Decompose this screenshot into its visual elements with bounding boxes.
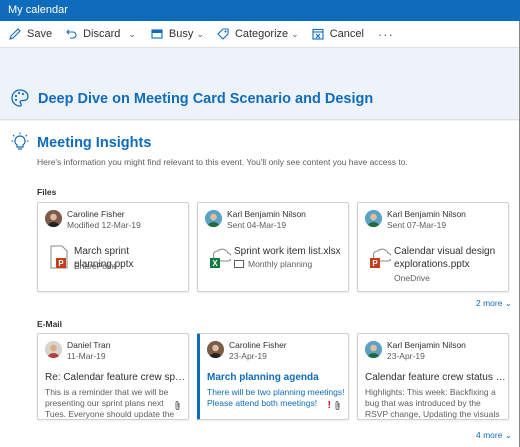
avatar bbox=[205, 210, 222, 227]
svg-text:X: X bbox=[212, 259, 218, 268]
avatar bbox=[45, 341, 62, 358]
file-author: Karl Benjamin Nilson bbox=[227, 209, 306, 219]
calendar-cancel-icon bbox=[311, 27, 325, 41]
file-location: SharePoint bbox=[74, 261, 117, 271]
file-sent-date: Sent 07-Mar-19 bbox=[387, 220, 447, 230]
insights-subtitle: Here's information you might find releva… bbox=[37, 157, 408, 167]
chevron-down-icon: ⌄ bbox=[504, 430, 512, 440]
insights-title: Meeting Insights bbox=[37, 135, 152, 151]
avatar bbox=[365, 210, 382, 227]
email-preview: Highlights: This week: Backfixing a bug … bbox=[365, 387, 500, 419]
files-more-link[interactable]: 2 more ⌄ bbox=[476, 298, 512, 309]
undo-icon bbox=[64, 27, 78, 41]
email-date: 23-Apr-19 bbox=[387, 351, 425, 361]
attachment-icon bbox=[335, 401, 340, 410]
email-sender: Caroline Fisher bbox=[229, 340, 287, 350]
palette-icon bbox=[11, 89, 29, 107]
chevron-down-icon: ⌄ bbox=[196, 28, 204, 39]
toolbar: Save Discard ⌄ Busy ⌄ Categorize ⌄ Cance… bbox=[0, 21, 520, 48]
email-subject: Calendar feature crew status report bbox=[365, 372, 508, 383]
emails-more-link[interactable]: 4 more ⌄ bbox=[476, 430, 512, 441]
high-importance-icon: ! bbox=[327, 400, 331, 411]
mail-icon bbox=[234, 260, 244, 268]
event-title: Deep Dive on Meeting Card Scenario and D… bbox=[38, 91, 374, 107]
avatar bbox=[365, 341, 382, 358]
discard-button[interactable]: Discard bbox=[64, 23, 120, 45]
lightbulb-icon bbox=[11, 132, 29, 150]
chevron-down-icon: ⌄ bbox=[291, 28, 299, 39]
file-name: Sprint work item list.xlsx bbox=[234, 246, 341, 257]
email-subject: March planning agenda bbox=[207, 372, 319, 383]
powerpoint-file-icon: P bbox=[50, 245, 68, 269]
file-author: Caroline Fisher bbox=[67, 209, 125, 219]
avatar bbox=[45, 210, 62, 227]
file-card[interactable]: Karl Benjamin Nilson Sent 04-Mar-19 X Sp… bbox=[197, 202, 349, 292]
email-date: 23-Apr-19 bbox=[229, 351, 267, 361]
window-title: My calendar bbox=[8, 4, 68, 16]
email-preview: There will be two planning meetings! Ple… bbox=[207, 387, 345, 408]
email-date: 11-Mar-19 bbox=[67, 351, 106, 361]
status-square-icon bbox=[150, 27, 164, 41]
file-sent-date: Sent 04-Mar-19 bbox=[227, 220, 287, 230]
window-title-bar: My calendar bbox=[0, 0, 520, 21]
files-section-label: Files bbox=[37, 187, 57, 197]
email-section-label: E-Mail bbox=[37, 319, 63, 329]
tag-icon bbox=[216, 27, 230, 41]
file-card[interactable]: Karl Benjamin Nilson Sent 07-Mar-19 P Ca… bbox=[357, 202, 509, 292]
file-card[interactable]: Caroline Fisher Modified 12-Mar-19 P Mar… bbox=[37, 202, 189, 292]
busy-dropdown[interactable]: Busy ⌄ bbox=[150, 23, 204, 45]
email-card[interactable]: Karl Benjamin Nilson 23-Apr-19 Calendar … bbox=[357, 333, 509, 420]
email-sender: Daniel Tran bbox=[67, 340, 111, 350]
file-modified-date: Modified 12-Mar-19 bbox=[67, 220, 141, 230]
file-location: OneDrive bbox=[394, 273, 430, 283]
email-subject: Re: Calendar feature crew sprint … bbox=[45, 372, 188, 383]
cancel-button[interactable]: Cancel bbox=[311, 23, 364, 45]
excel-file-icon: X bbox=[210, 248, 231, 268]
svg-text:P: P bbox=[372, 259, 378, 268]
file-author: Karl Benjamin Nilson bbox=[387, 209, 466, 219]
more-options-icon[interactable]: ··· bbox=[378, 27, 394, 42]
file-name: Calendar visual design explorations.pptx bbox=[394, 246, 496, 270]
avatar bbox=[207, 341, 224, 358]
discard-dropdown-chevron-icon[interactable]: ⌄ bbox=[128, 29, 136, 40]
save-button[interactable]: Save bbox=[8, 23, 52, 45]
pencil-icon bbox=[8, 27, 22, 41]
email-card[interactable]: Caroline Fisher 23-Apr-19 March planning… bbox=[197, 333, 349, 420]
powerpoint-file-icon: P bbox=[370, 248, 391, 268]
meeting-insights-panel: Meeting Insights Here's information you … bbox=[0, 121, 520, 447]
attachment-icon bbox=[175, 401, 180, 410]
email-preview: This is a reminder that we will be prese… bbox=[45, 387, 175, 419]
email-card[interactable]: Daniel Tran 11-Mar-19 Re: Calendar featu… bbox=[37, 333, 189, 420]
email-sender: Karl Benjamin Nilson bbox=[387, 340, 466, 350]
categorize-dropdown[interactable]: Categorize ⌄ bbox=[216, 23, 299, 45]
event-header: Deep Dive on Meeting Card Scenario and D… bbox=[0, 48, 520, 120]
file-location: Monthly planning bbox=[234, 259, 312, 269]
svg-text:P: P bbox=[58, 259, 64, 268]
chevron-down-icon: ⌄ bbox=[504, 298, 512, 308]
